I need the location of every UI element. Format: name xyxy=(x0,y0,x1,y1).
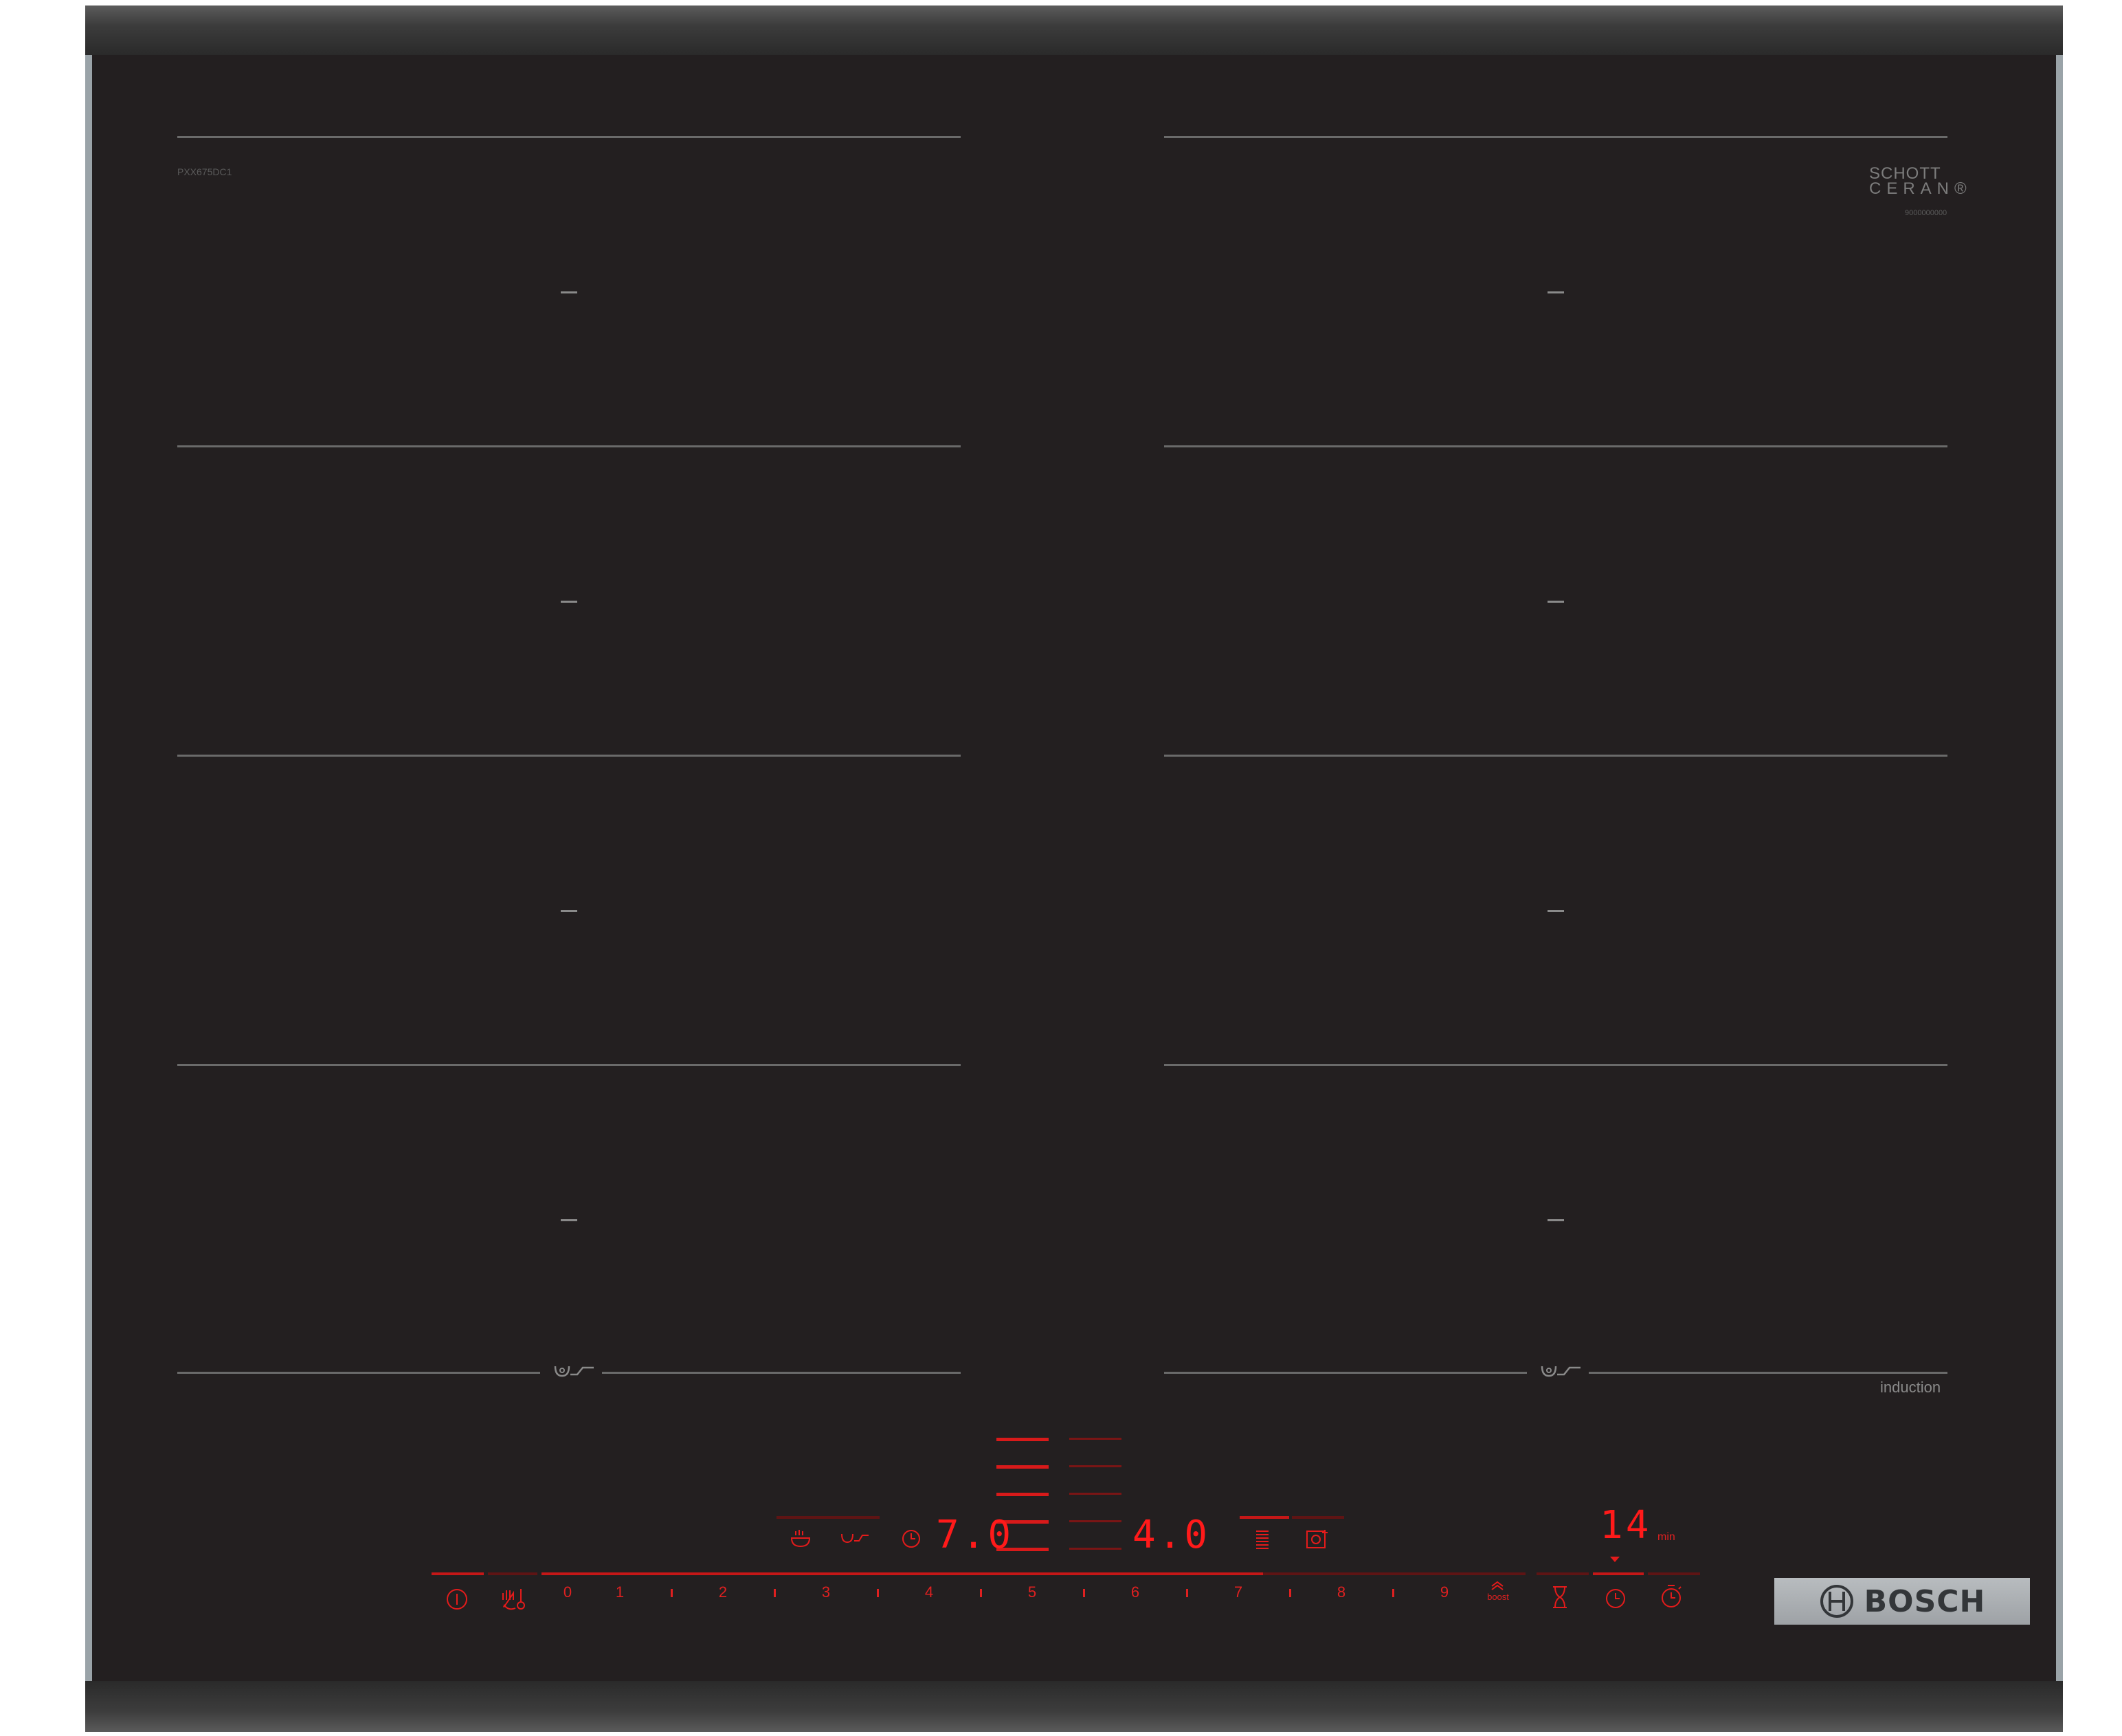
left-zone-power-display: 7.0 xyxy=(936,1513,1014,1557)
clock-icon[interactable] xyxy=(1604,1586,1627,1610)
slider-tick[interactable] xyxy=(980,1589,982,1597)
zone-line-left-2 xyxy=(177,445,961,447)
slider-label-8[interactable]: 8 xyxy=(1331,1583,1352,1601)
ceran-brand-line2: CERAN® xyxy=(1869,179,1972,198)
slider-label-0[interactable]: 0 xyxy=(557,1583,578,1601)
slider-tick[interactable] xyxy=(1392,1589,1394,1597)
timer-icon[interactable] xyxy=(900,1527,922,1549)
slider-tick[interactable] xyxy=(1083,1589,1085,1597)
boost-arrow-icon xyxy=(1491,1581,1504,1590)
bottom-frame xyxy=(85,1681,2063,1732)
level-bar-right-5 xyxy=(1069,1548,1121,1550)
slider-tick[interactable] xyxy=(671,1589,673,1597)
timer-display: 14 xyxy=(1600,1503,1652,1548)
timer-indicator-triangle-icon xyxy=(1610,1557,1620,1562)
zone-line-right-4 xyxy=(1164,1064,1947,1066)
slider-label-9[interactable]: 9 xyxy=(1434,1583,1455,1601)
glass-code: 9000000000 xyxy=(1905,209,1947,217)
zone-line-left-1 xyxy=(177,136,961,138)
stopwatch-icon[interactable] xyxy=(1659,1582,1684,1610)
slider-label-1[interactable]: 1 xyxy=(610,1583,630,1601)
right-zone-power-display: 4.0 xyxy=(1132,1513,1211,1557)
slider-label-4[interactable]: 4 xyxy=(919,1583,939,1601)
bosch-armature-icon xyxy=(1820,1585,1853,1618)
zone-mark-right-2 xyxy=(1548,601,1564,603)
zone-mark-left-1 xyxy=(561,291,577,293)
slider-tick[interactable] xyxy=(1289,1589,1291,1597)
cooking-sensor-icon[interactable] xyxy=(1304,1527,1329,1550)
frying-sensor-icon[interactable] xyxy=(789,1528,812,1549)
pan-icon xyxy=(554,1366,594,1377)
cooktop-surface xyxy=(85,5,2063,1732)
zone-mark-right-1 xyxy=(1548,291,1564,293)
zone-line-right-5a xyxy=(1164,1372,1527,1374)
zone-mark-right-4 xyxy=(1548,1219,1564,1221)
power-button[interactable] xyxy=(445,1588,469,1611)
zone-line-right-1 xyxy=(1164,136,1947,138)
level-bar-right-2 xyxy=(1069,1465,1121,1467)
function-indicator-right xyxy=(1292,1516,1344,1519)
slider-track-active[interactable] xyxy=(541,1572,1263,1575)
top-frame xyxy=(85,5,2063,55)
level-bar-left-2 xyxy=(996,1465,1049,1469)
pan-icon xyxy=(1541,1366,1581,1377)
slider-tick[interactable] xyxy=(877,1589,879,1597)
zone-line-left-5b xyxy=(602,1372,961,1374)
timer-indicator-1 xyxy=(1537,1572,1589,1575)
hourglass-icon[interactable] xyxy=(1550,1585,1570,1610)
timer-indicator-2 xyxy=(1593,1572,1644,1575)
zone-mark-left-4 xyxy=(561,1219,577,1221)
slider-label-2[interactable]: 2 xyxy=(713,1583,733,1601)
induction-label: induction xyxy=(1880,1379,1941,1396)
zone-mark-right-3 xyxy=(1548,910,1564,912)
pan-icon[interactable] xyxy=(840,1530,870,1546)
level-bar-right-3 xyxy=(1069,1493,1121,1495)
slider-label-5[interactable]: 5 xyxy=(1022,1583,1042,1601)
zone-mark-left-3 xyxy=(561,910,577,912)
slider-tick[interactable] xyxy=(1186,1589,1188,1597)
level-bar-right-4 xyxy=(1069,1520,1121,1522)
level-bar-right-1 xyxy=(1069,1438,1121,1440)
level-bar-left-3 xyxy=(996,1493,1049,1496)
slider-label-3[interactable]: 3 xyxy=(816,1583,836,1601)
timer-unit-label: min xyxy=(1657,1531,1675,1543)
child-lock-button[interactable] xyxy=(499,1585,529,1612)
slider-label-7[interactable]: 7 xyxy=(1228,1583,1249,1601)
brand-name: BOSCH xyxy=(1864,1583,1986,1619)
slider-label-6[interactable]: 6 xyxy=(1125,1583,1146,1601)
zone-line-right-2 xyxy=(1164,445,1947,447)
function-indicator-left xyxy=(777,1516,880,1519)
slider-track-inactive[interactable] xyxy=(1263,1572,1526,1575)
boost-button[interactable]: boost xyxy=(1481,1592,1515,1602)
bosch-logo-plate: BOSCH xyxy=(1774,1578,2030,1625)
power-button-indicator xyxy=(432,1572,484,1575)
zone-mark-left-2 xyxy=(561,601,577,603)
function-indicator-right-active xyxy=(1240,1516,1289,1519)
zone-line-left-4 xyxy=(177,1064,961,1066)
zone-line-right-3 xyxy=(1164,755,1947,757)
zone-line-left-5a xyxy=(177,1372,540,1374)
slider-tick[interactable] xyxy=(774,1589,776,1597)
zone-line-left-3 xyxy=(177,755,961,757)
timer-indicator-3 xyxy=(1648,1572,1700,1575)
model-number: PXX675DC1 xyxy=(177,166,232,177)
power-level-icon[interactable] xyxy=(1252,1528,1273,1550)
level-bar-left-1 xyxy=(996,1438,1049,1441)
zone-line-right-5b xyxy=(1589,1372,1947,1374)
childlock-indicator xyxy=(488,1572,537,1575)
